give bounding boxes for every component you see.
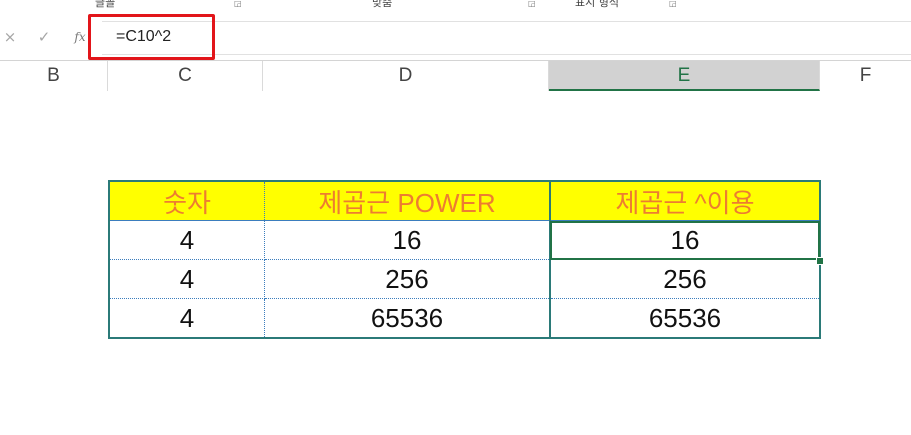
font-dialog-launcher-icon[interactable]: ◲: [234, 0, 242, 8]
table-row: 4 256 256: [109, 259, 821, 299]
header-cell-number[interactable]: 숫자: [109, 181, 265, 221]
enter-icon[interactable]: ✓: [34, 25, 54, 49]
ribbon-group-font: 글꼴: [95, 0, 116, 9]
data-table: 숫자 제곱근 POWER 제곱근 ^이용 4 16 16 4 256 256 4…: [108, 180, 821, 339]
formula-input[interactable]: =C10^2: [102, 21, 911, 55]
insert-function-icon[interactable]: fx: [70, 25, 90, 49]
column-header-e[interactable]: E: [549, 61, 820, 91]
table-header-row: 숫자 제곱근 POWER 제곱근 ^이용: [109, 181, 821, 221]
table-cell[interactable]: 256: [549, 259, 821, 299]
column-header-b[interactable]: B: [0, 61, 108, 91]
formula-highlight-box: [88, 14, 215, 60]
table-cell[interactable]: 65536: [549, 298, 821, 338]
number-dialog-launcher-icon[interactable]: ◲: [669, 0, 677, 8]
ribbon-group-alignment: 맞춤: [372, 0, 393, 9]
worksheet-grid[interactable]: 숫자 제곱근 POWER 제곱근 ^이용 4 16 16 4 256 256 4…: [0, 91, 911, 435]
table-cell[interactable]: 4: [109, 220, 265, 260]
table-row: 4 16 16: [109, 220, 821, 260]
column-header-f[interactable]: F: [820, 61, 911, 91]
column-header-d[interactable]: D: [263, 61, 549, 91]
table-cell[interactable]: 4: [109, 298, 265, 338]
table-cell[interactable]: 4: [109, 259, 265, 299]
column-headers: B C D E F: [0, 60, 911, 92]
active-cell[interactable]: 16: [549, 220, 821, 260]
cancel-icon[interactable]: ×: [0, 25, 20, 49]
table-cell[interactable]: 65536: [264, 298, 551, 338]
column-header-c[interactable]: C: [108, 61, 263, 91]
table-cell[interactable]: 256: [264, 259, 551, 299]
alignment-dialog-launcher-icon[interactable]: ◲: [528, 0, 536, 8]
table-cell[interactable]: 16: [264, 220, 551, 260]
header-cell-power[interactable]: 제곱근 POWER: [264, 181, 551, 221]
header-cell-caret[interactable]: 제곱근 ^이용: [549, 181, 821, 221]
table-row: 4 65536 65536: [109, 298, 821, 338]
ribbon-group-number: 표시 형식: [575, 0, 619, 9]
fill-handle[interactable]: [816, 257, 824, 265]
